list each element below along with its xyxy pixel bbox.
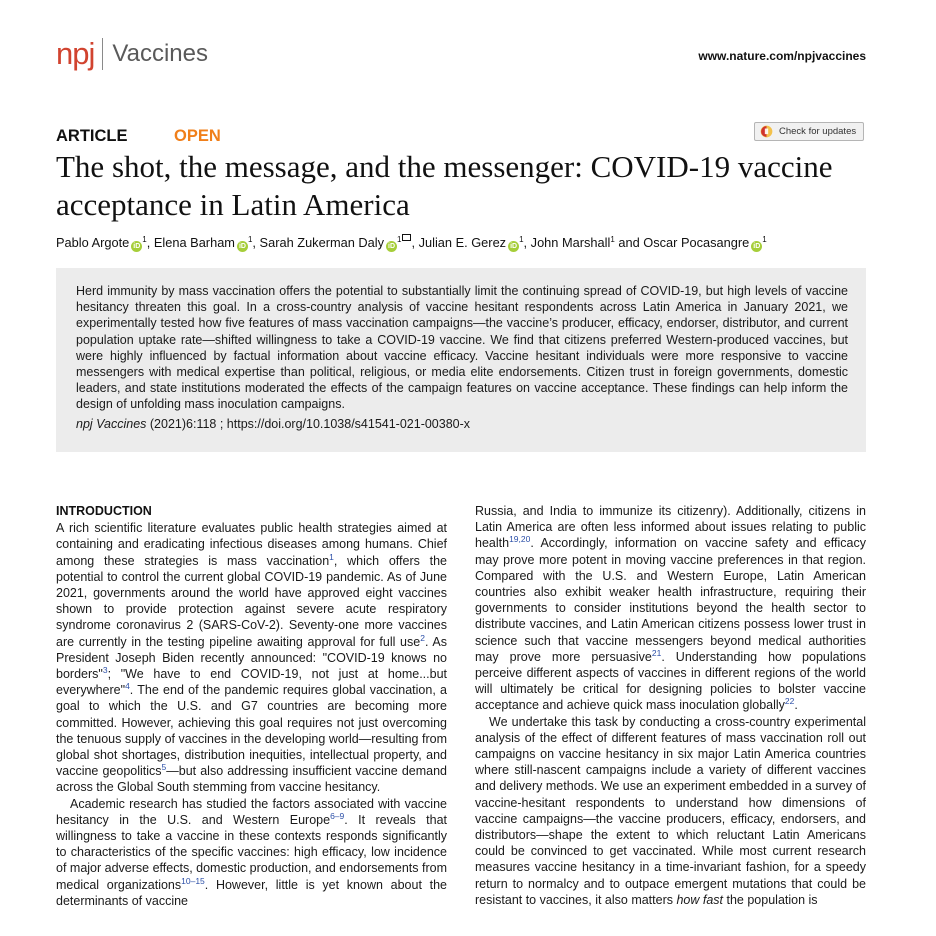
citation-line: npj Vaccines (2021)6:118 ; https://doi.o… [76,416,848,432]
intro-paragraph-2: Academic research has studied the factor… [56,796,447,908]
affiliation-sup: 1 [762,235,767,244]
author-separator: , [252,235,260,250]
brand-name: Vaccines [112,40,208,67]
journal-name: npj Vaccines [76,416,147,431]
orcid-icon[interactable]: iD [386,241,398,252]
right-paragraph-1: Russia, and India to immunize its citize… [475,504,866,713]
check-updates-label: Check for updates [779,126,857,137]
author-name[interactable]: Julian E. Gerez [419,235,507,250]
author-separator: and [614,235,644,250]
ref-link[interactable]: 19,20 [509,534,530,544]
section-heading-introduction: INTRODUCTION [56,504,152,518]
right-column: Russia, and India to immunize its citize… [475,503,866,908]
ref-link[interactable]: 22 [785,696,794,706]
right-paragraph-2: We undertake this task by conducting a c… [475,714,866,907]
author-separator: , [411,235,419,250]
author-name[interactable]: John Marshall [531,235,611,250]
journal-logo[interactable]: npj Vaccines [56,36,208,72]
author-separator: , [146,235,154,250]
orcid-icon[interactable]: iD [236,241,248,252]
envelope-icon[interactable] [402,234,412,241]
affiliation-sup: 1 [397,235,402,244]
intro-paragraph-1: A rich scientific literature evaluates p… [56,521,447,795]
author-separator: , [523,235,531,250]
abstract-text: Herd immunity by mass vaccination offers… [76,284,848,412]
left-column: INTRODUCTION A rich scientific literatur… [56,503,447,909]
site-url-link[interactable]: www.nature.com/npjvaccines [698,49,866,63]
abstract-box: Herd immunity by mass vaccination offers… [56,268,866,452]
author-list: Pablo Argote iD1, Elena Barham iD1, Sarah … [56,234,767,252]
ref-link[interactable]: 21 [652,648,661,658]
orcid-icon[interactable]: iD [751,241,763,252]
orcid-icon[interactable]: iD [508,241,520,252]
brand-npj: npj [56,36,95,71]
author-name[interactable]: Sarah Zukerman Daly [260,235,384,250]
citation-doi[interactable]: (2021)6:118 ; https://doi.org/10.1038/s4… [146,417,470,431]
author-name[interactable]: Elena Barham [154,235,235,250]
check-for-updates-button[interactable]: Check for updates [754,122,864,141]
author-name[interactable]: Pablo Argote [56,235,129,250]
check-updates-icon [760,125,773,138]
article-type-label: ARTICLE [56,127,128,145]
author-name[interactable]: Oscar Pocasangre [643,235,749,250]
open-access-label: OPEN [174,127,221,145]
orcid-icon[interactable]: iD [131,241,143,252]
ref-link[interactable]: 6–9 [330,811,344,821]
ref-link[interactable]: 10–15 [181,876,205,886]
brand-divider [102,38,104,70]
article-title: The shot, the message, and the messenger… [56,149,833,222]
